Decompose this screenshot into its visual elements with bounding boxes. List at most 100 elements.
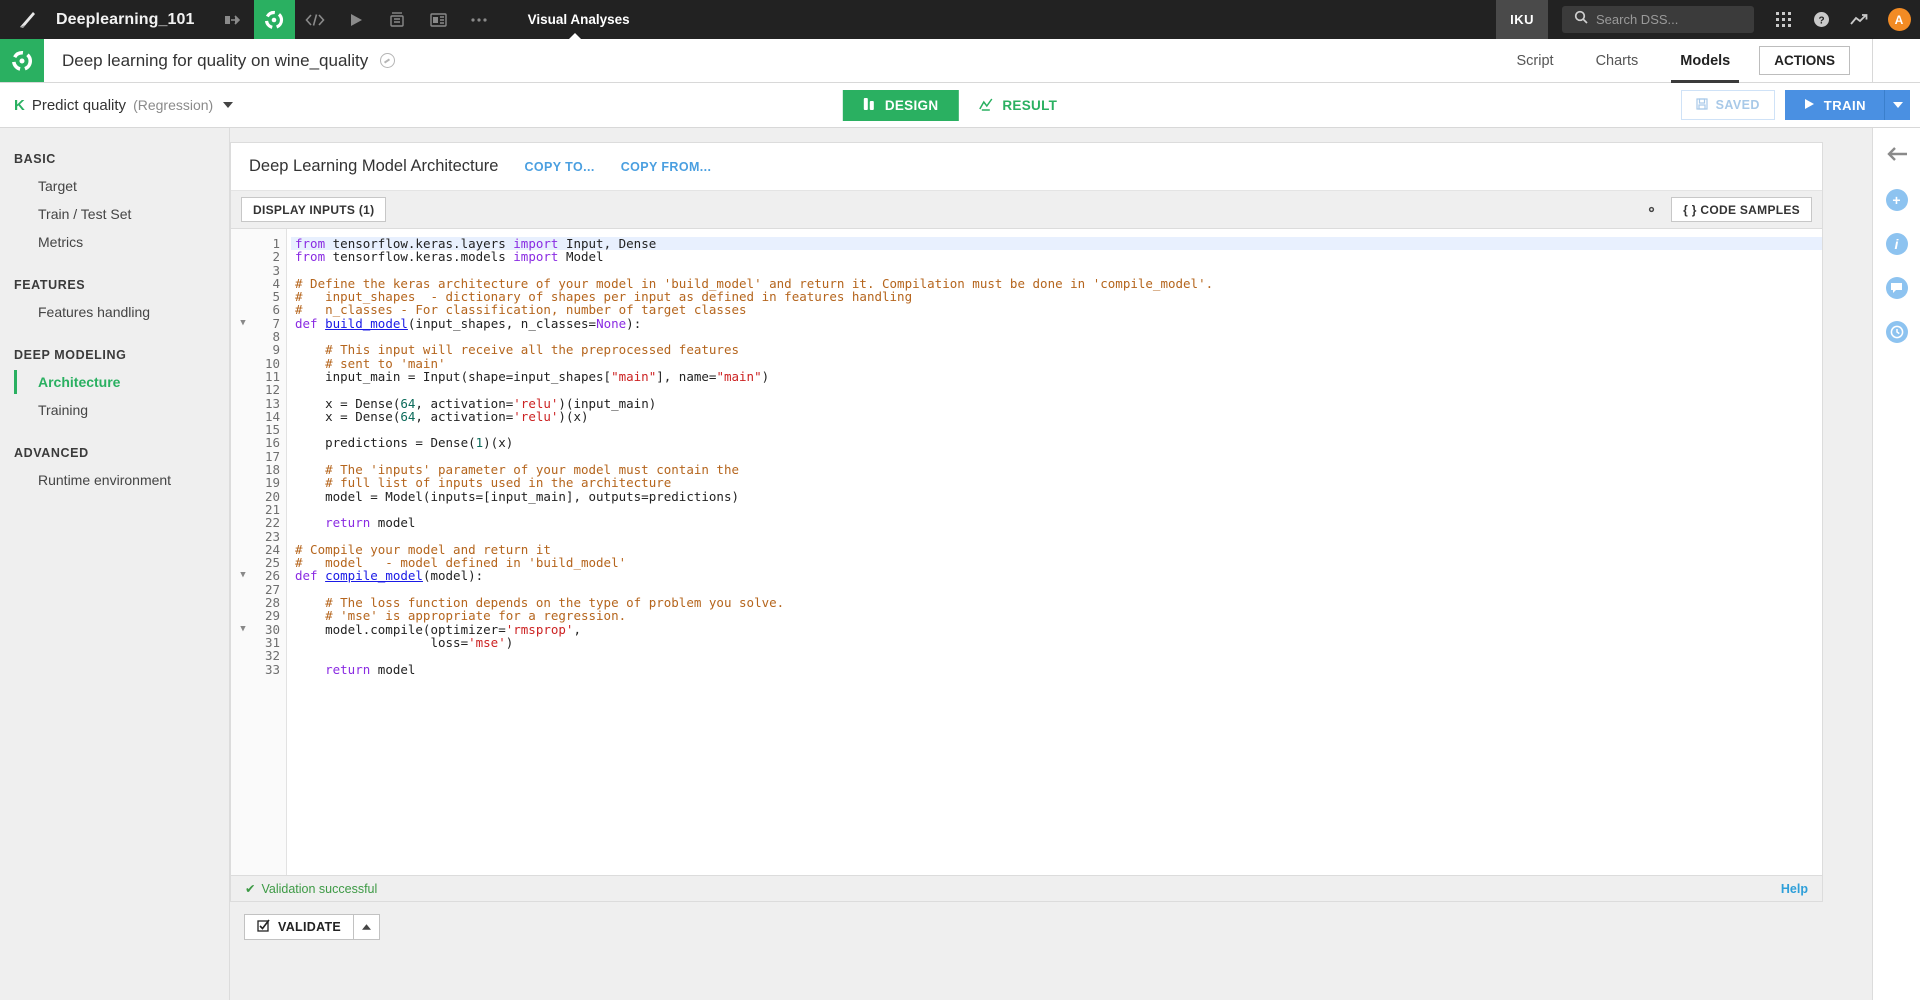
code-line[interactable]: def compile_model(model): [291,569,1822,582]
flow-icon[interactable] [213,0,254,39]
search-input[interactable] [1596,12,1742,27]
section-caret-icon [567,33,582,40]
code-line[interactable] [291,264,1822,277]
code-token: input_main = Input(shape=input_shapes[ [295,368,612,384]
tab-charts[interactable]: Charts [1575,39,1660,82]
code-token: ): [626,315,642,331]
dashboard-icon[interactable] [418,0,459,39]
notebook-icon[interactable] [377,0,418,39]
code-line[interactable]: # model - model defined in 'build_model' [291,556,1822,569]
code-content[interactable]: from tensorflow.keras.layers import Inpu… [287,229,1822,875]
code-line[interactable]: # Define the keras architecture of your … [291,277,1822,290]
code-samples-button[interactable]: { } CODE SAMPLES [1671,197,1812,222]
train-dropdown-button[interactable] [1884,90,1910,120]
comment-icon[interactable] [1885,277,1908,299]
global-topbar: Deeplearning_101 Visual Analyses IKU Sea… [0,0,1920,40]
history-icon[interactable] [1885,321,1908,343]
tab-result[interactable]: RESULT [958,90,1077,121]
code-line[interactable]: from tensorflow.keras.models import Mode… [291,250,1822,263]
task-selector[interactable]: K Predict quality (Regression) [0,97,234,114]
sidebar-item-runtime-environment[interactable]: Runtime environment [0,466,229,494]
code-line[interactable]: # full list of inputs used in the archit… [291,476,1822,489]
dss-logo-icon[interactable] [0,0,56,39]
code-token: (input_shapes, n_classes= [407,315,597,331]
code-line[interactable]: predictions = Dense(1)(x) [291,436,1822,449]
code-line[interactable] [291,583,1822,596]
fold-toggle-icon[interactable]: ▼ [231,569,255,582]
code-line[interactable] [291,330,1822,343]
code-line[interactable]: input_main = Input(shape=input_shapes["m… [291,370,1822,383]
code-line[interactable] [291,530,1822,543]
tab-models[interactable]: Models [1659,39,1751,83]
validate-button[interactable]: VALIDATE [244,914,355,940]
code-token: 'mse' [468,634,506,650]
org-badge[interactable]: IKU [1496,0,1548,39]
code-line[interactable]: # The 'inputs' parameter of your model m… [291,463,1822,476]
line-number: 24 [264,541,280,557]
code-line[interactable]: # sent to 'main' [291,357,1822,370]
tab-design[interactable]: DESIGN [842,89,959,121]
code-line[interactable]: x = Dense(64, activation='relu')(input_m… [291,396,1822,410]
code-line[interactable]: model = Model(inputs=[input_main], outpu… [291,489,1822,503]
sidebar-item-architecture[interactable]: Architecture [0,368,229,396]
arrow-left-icon[interactable] [1886,146,1908,167]
copy-from-link[interactable]: COPY FROM... [621,160,712,174]
copy-to-link[interactable]: COPY TO... [524,160,594,174]
code-line[interactable] [291,503,1822,516]
search-box[interactable] [1562,6,1754,33]
sidebar-item-target[interactable]: Target [0,172,229,200]
more-icon[interactable] [459,0,500,39]
code-icon[interactable] [295,0,336,39]
apps-grid-icon[interactable] [1764,0,1802,39]
code-token: tensorflow.keras.models [332,249,514,265]
add-icon[interactable]: + [1885,189,1908,211]
design-result-tabs: DESIGN RESULT [842,89,1077,121]
lab-icon[interactable] [253,0,295,39]
jobs-play-icon[interactable] [336,0,377,39]
code-line[interactable]: # This input will receive all the prepro… [291,343,1822,356]
fold-toggle-icon[interactable]: ▼ [231,623,255,636]
code-line[interactable]: # 'mse' is appropriate for a regression. [291,609,1822,622]
code-line[interactable]: return model [291,516,1822,529]
activity-icon[interactable] [1840,0,1878,39]
code-line[interactable]: # Compile your model and return it [291,543,1822,556]
gear-icon[interactable] [1644,202,1659,217]
help-link[interactable]: Help [1781,882,1808,896]
chevron-down-icon [223,102,234,108]
sidebar-item-training[interactable]: Training [0,396,229,424]
editor-toolbar: DISPLAY INPUTS (1) { } CODE SAMPLES [231,191,1822,229]
code-line[interactable]: model.compile(optimizer='rmsprop', [291,622,1822,636]
display-inputs-button[interactable]: DISPLAY INPUTS (1) [241,197,387,222]
code-line[interactable] [291,383,1822,396]
line-number: 11 [264,368,280,384]
code-line[interactable]: from tensorflow.keras.layers import Inpu… [291,237,1822,251]
avatar[interactable]: A [1878,0,1920,39]
code-line[interactable]: return model [291,662,1822,676]
sidebar-item-train-test-set[interactable]: Train / Test Set [0,200,229,228]
code-line[interactable]: # input_shapes - dictionary of shapes pe… [291,290,1822,303]
fold-gutter[interactable]: ▼ ▼ ▼ [231,229,255,875]
sidebar-item-metrics[interactable]: Metrics [0,228,229,256]
code-line[interactable]: # n_classes - For classification, number… [291,303,1822,316]
validate-dropdown-button[interactable] [354,914,381,940]
actions-button[interactable]: ACTIONS [1759,46,1850,75]
clock-status-icon[interactable] [380,53,396,68]
code-line[interactable]: def build_model(input_shapes, n_classes=… [291,317,1822,330]
sidebar-item-features-handling[interactable]: Features handling [0,298,229,326]
code-line[interactable] [291,649,1822,662]
info-icon[interactable]: i [1885,233,1908,255]
code-line[interactable]: x = Dense(64, activation='relu')(x) [291,410,1822,423]
fold-toggle-icon[interactable]: ▼ [231,317,255,330]
code-line[interactable] [291,423,1822,436]
train-button[interactable]: TRAIN [1784,90,1884,120]
code-line[interactable]: loss='mse') [291,636,1822,649]
help-icon[interactable]: ? [1802,0,1840,39]
code-line[interactable]: # The loss function depends on the type … [291,596,1822,609]
code-line[interactable] [291,450,1822,463]
project-name[interactable]: Deeplearning_101 [56,0,213,39]
code-editor[interactable]: ▼ ▼ ▼ 1 2 3 4 5 6 7 8 9 10 11 12 13 14 15 16 17 18 19 20 21 22 2… [231,229,1822,875]
tab-script[interactable]: Script [1496,39,1575,82]
